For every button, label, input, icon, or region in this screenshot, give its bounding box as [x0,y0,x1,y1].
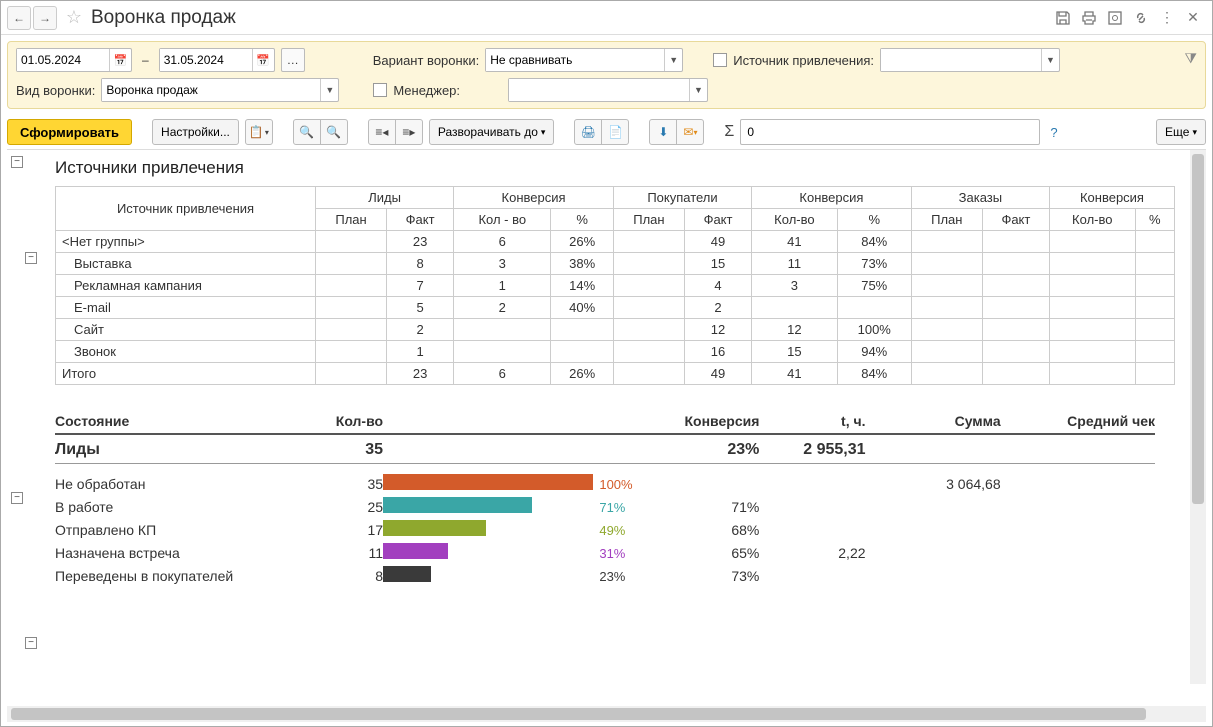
funnel-row[interactable]: Не обработан35100%3 064,68 [55,472,1155,495]
tree-toggle[interactable]: − [11,492,23,504]
link-icon[interactable] [1131,8,1151,28]
sigma-icon: Σ [724,123,734,141]
find-next-icon[interactable]: 🔍 [320,119,348,145]
preview-button-icon[interactable]: 📄 [601,119,629,145]
funnel-row[interactable]: В работе2571%71% [55,495,1155,518]
funnel-row[interactable]: Переведены в покупателей823%73% [55,564,1155,587]
section-title: Источники привлечения [55,158,1206,178]
print-button-icon[interactable]: 🖨 [574,119,602,145]
kind-select[interactable]: ▼ [101,78,339,102]
chevron-down-icon[interactable]: ▼ [664,49,682,71]
table-row[interactable]: <Нет группы>23626%494184% [56,231,1175,253]
settings-button[interactable]: Настройки... [152,119,239,145]
table-row[interactable]: Звонок1161594% [56,341,1175,363]
manager-select[interactable]: ▼ [508,78,708,102]
table-row[interactable]: Рекламная кампания7114%4375% [56,275,1175,297]
more-icon[interactable]: ⋮ [1157,8,1177,28]
period-picker-button[interactable]: … [281,48,305,72]
source-label: Источник привлечения: [733,53,874,68]
source-checkbox[interactable] [713,53,727,67]
date-dash: – [142,53,149,67]
tree-toggle[interactable]: − [11,156,23,168]
table-row[interactable]: Сайт21212100% [56,319,1175,341]
collapse-icon[interactable]: ≡◂ [368,119,396,145]
manager-checkbox[interactable] [373,83,387,97]
funnel-group-row: Лиды 35 23% 2 955,31 [55,435,1155,464]
tree-toggle[interactable]: − [25,637,37,649]
sum-input[interactable] [740,119,1040,145]
sources-table: Источник привлечения Лиды Конверсия Поку… [55,186,1175,385]
help-link[interactable]: ? [1050,125,1057,140]
preview-icon[interactable] [1105,8,1125,28]
tree-toggle[interactable]: − [25,252,37,264]
funnel-row[interactable]: Назначена встреча1131%65%2,22 [55,541,1155,564]
save-icon[interactable] [1053,8,1073,28]
chevron-down-icon[interactable]: ▼ [320,79,338,101]
more-button[interactable]: Еще ▾ [1156,119,1206,145]
date-from-input[interactable]: 📅 [16,48,132,72]
expand-to-button[interactable]: Разворачивать до ▾ [429,119,555,145]
find-icon[interactable]: 🔍 [293,119,321,145]
table-row[interactable]: Выставка8338%151173% [56,253,1175,275]
page-title: Воронка продаж [91,7,236,29]
nav-back-button[interactable]: ← [7,6,31,30]
chevron-down-icon[interactable]: ▼ [689,79,707,101]
print-icon[interactable] [1079,8,1099,28]
funnel-icon[interactable]: ⧩ [1185,50,1198,67]
kind-label: Вид воронки: [16,83,95,98]
filter-panel: ⧩ 📅 – 📅 … Вариант воронки: ▼ Источник пр… [7,41,1206,109]
send-email-icon[interactable]: ✉▾ [676,119,704,145]
tree-gutter: − − − − [7,150,43,599]
variants-icon[interactable]: 📋▾ [245,119,273,145]
source-select[interactable]: ▼ [880,48,1060,72]
expand-icon[interactable]: ≡▸ [395,119,423,145]
table-total-row: Итого23626%494184% [56,363,1175,385]
variant-label: Вариант воронки: [373,53,480,68]
chevron-down-icon[interactable]: ▼ [1041,49,1059,71]
calendar-icon[interactable]: 📅 [252,49,274,71]
vertical-scrollbar[interactable] [1190,150,1206,684]
close-icon[interactable]: ✕ [1183,8,1203,28]
calendar-icon[interactable]: 📅 [109,49,131,71]
nav-forward-button[interactable]: → [33,6,57,30]
funnel-row[interactable]: Отправлено КП1749%68% [55,518,1155,541]
star-icon[interactable]: ☆ [63,7,85,29]
save-report-icon[interactable]: ⬇ [649,119,677,145]
table-row[interactable]: E-mail5240%2 [56,297,1175,319]
manager-label: Менеджер: [393,83,460,98]
generate-button[interactable]: Сформировать [7,119,132,145]
horizontal-scrollbar[interactable] [7,706,1206,722]
date-to-input[interactable]: 📅 [159,48,275,72]
variant-select[interactable]: ▼ [485,48,683,72]
